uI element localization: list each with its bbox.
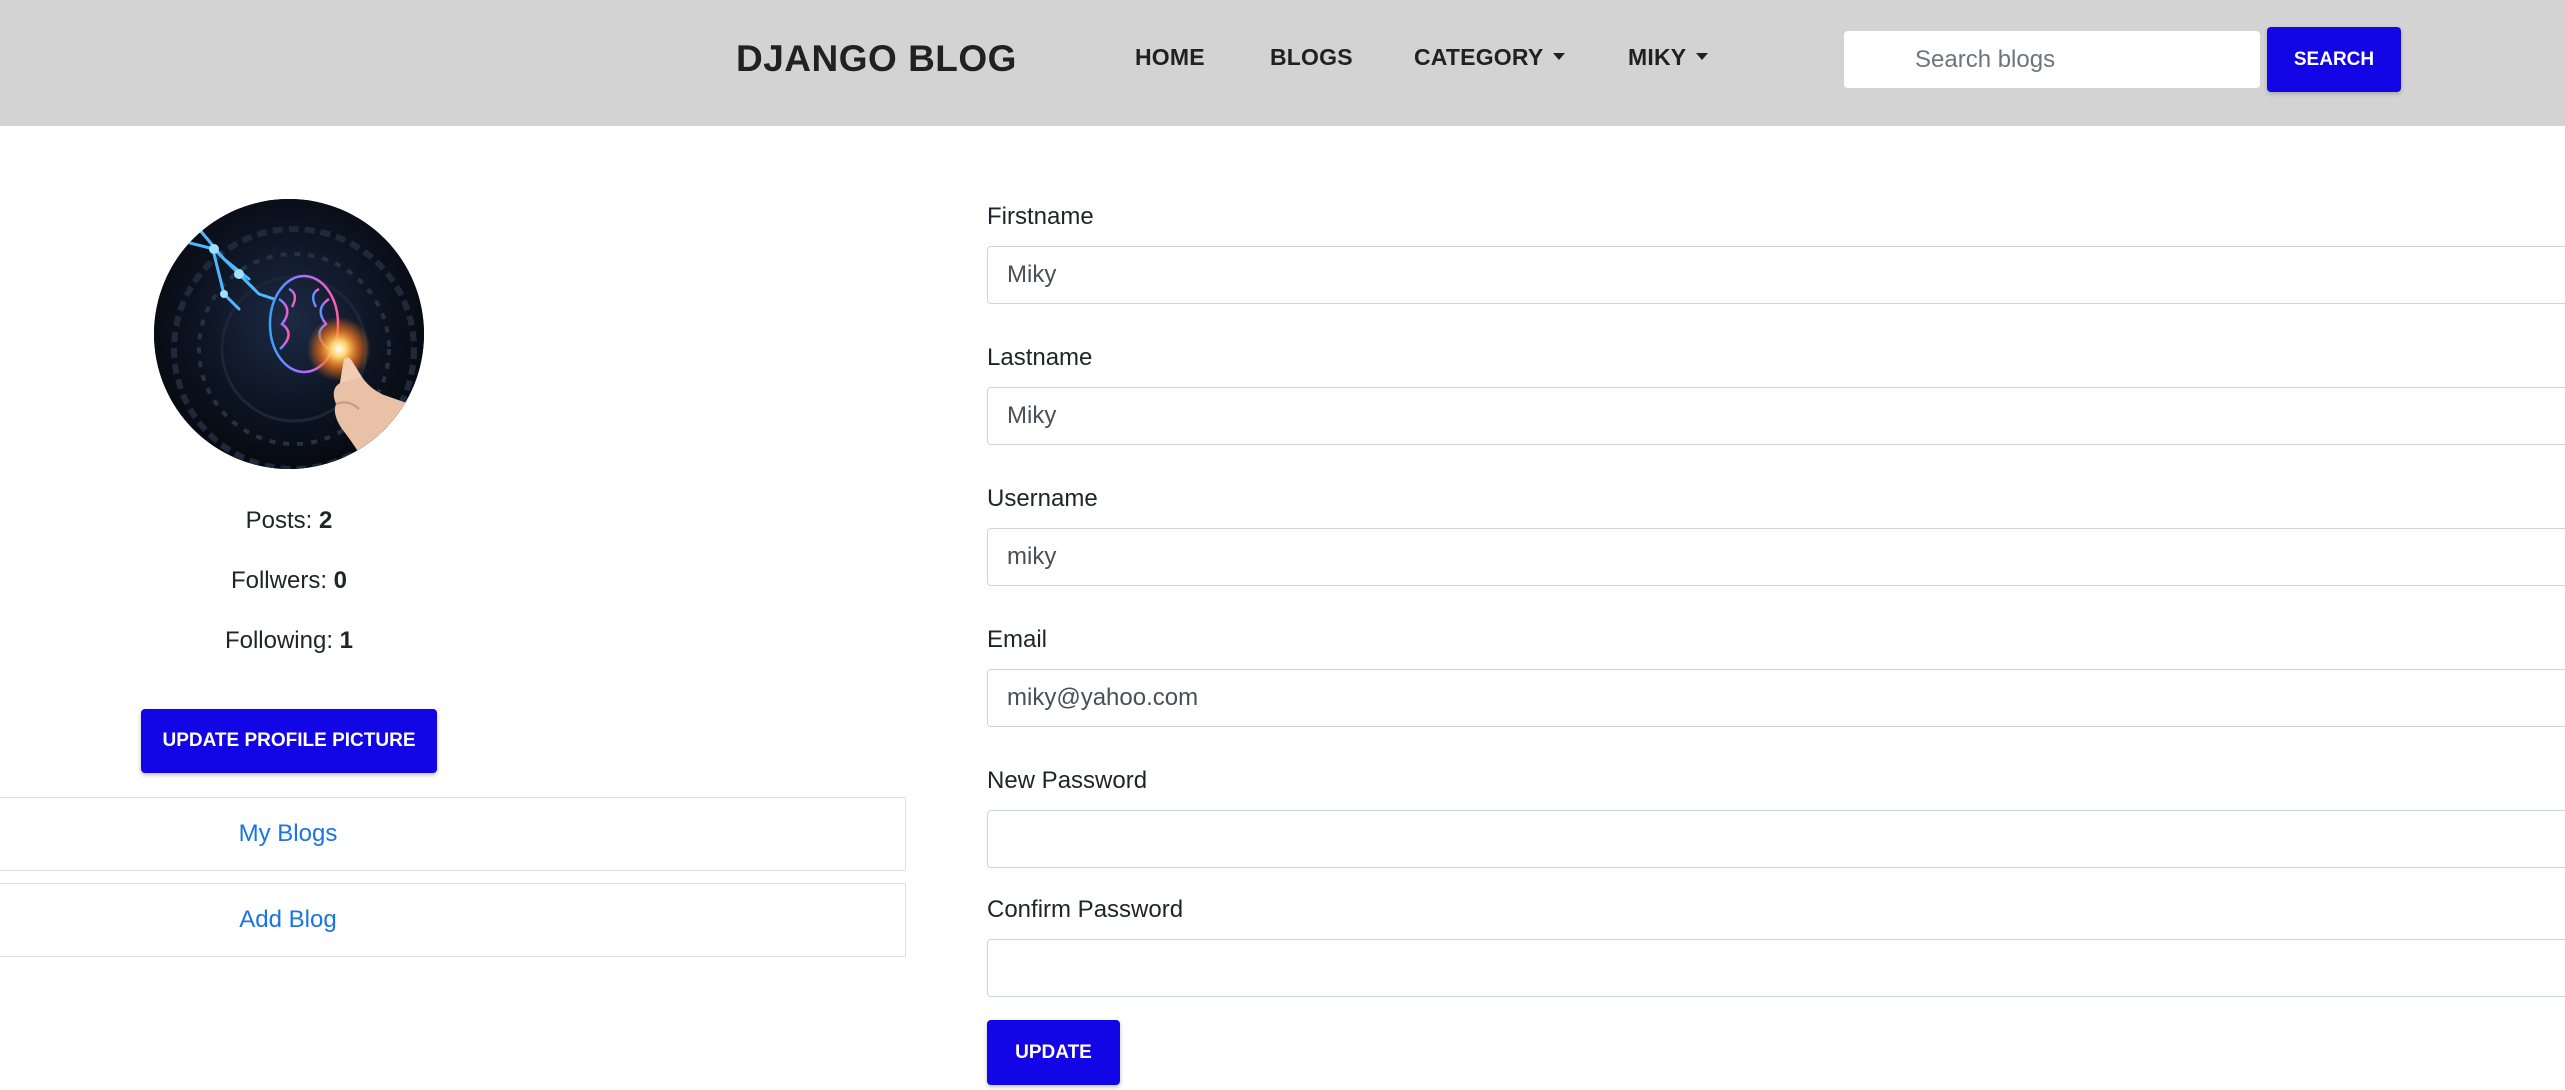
update-profile-picture-button[interactable]: UPDATE PROFILE PICTURE	[141, 709, 437, 773]
avatar	[154, 199, 424, 469]
nav-home-link[interactable]: HOME	[1135, 44, 1205, 71]
my-blogs-link-item[interactable]: My Blogs	[0, 797, 906, 871]
stat-posts-label: Posts:	[245, 507, 313, 534]
caret-down-icon	[1696, 53, 1709, 61]
stat-followers-label: Follwers:	[230, 567, 327, 594]
firstname-input[interactable]	[987, 246, 2565, 304]
username-label: Username	[987, 485, 1098, 512]
ai-brain-hand-icon	[154, 199, 424, 469]
stat-following-value: 1	[339, 627, 354, 654]
brand-logo[interactable]: DJANGO BLOG	[736, 38, 1017, 80]
add-blog-link[interactable]: Add Blog	[0, 906, 577, 934]
stat-posts: Posts: 2	[0, 507, 578, 535]
update-button[interactable]: UPDATE	[987, 1020, 1120, 1085]
nav-category-label: CATEGORY	[1414, 44, 1544, 70]
new-password-label: New Password	[987, 767, 1148, 794]
search-input[interactable]	[1844, 31, 2260, 88]
email-label: Email	[987, 626, 1048, 653]
navbar: DJANGO BLOG HOME BLOGS CATEGORY MIKY SEA…	[0, 0, 2565, 126]
nav-blogs-link[interactable]: BLOGS	[1270, 44, 1353, 71]
add-blog-link-item[interactable]: Add Blog	[0, 883, 906, 957]
lastname-input[interactable]	[987, 387, 2565, 445]
nav-user-dropdown[interactable]: MIKY	[1628, 44, 1709, 71]
email-input[interactable]	[987, 669, 2565, 727]
nav-user-label: MIKY	[1628, 44, 1687, 70]
stat-followers: Follwers: 0	[0, 567, 578, 595]
confirm-password-input[interactable]	[987, 939, 2565, 997]
stat-posts-value: 2	[319, 507, 333, 534]
caret-down-icon	[1553, 53, 1566, 61]
search-button[interactable]: SEARCH	[2267, 27, 2401, 92]
lastname-label: Lastname	[987, 344, 1093, 371]
username-input[interactable]	[987, 528, 2565, 586]
stat-followers-value: 0	[333, 567, 348, 594]
nav-category-dropdown[interactable]: CATEGORY	[1414, 44, 1566, 71]
stat-following: Following: 1	[0, 627, 578, 655]
firstname-label: Firstname	[987, 203, 1094, 230]
my-blogs-link[interactable]: My Blogs	[0, 820, 577, 848]
stat-following-label: Following:	[224, 627, 333, 654]
confirm-password-label: Confirm Password	[987, 896, 1184, 923]
new-password-input[interactable]	[987, 810, 2565, 868]
